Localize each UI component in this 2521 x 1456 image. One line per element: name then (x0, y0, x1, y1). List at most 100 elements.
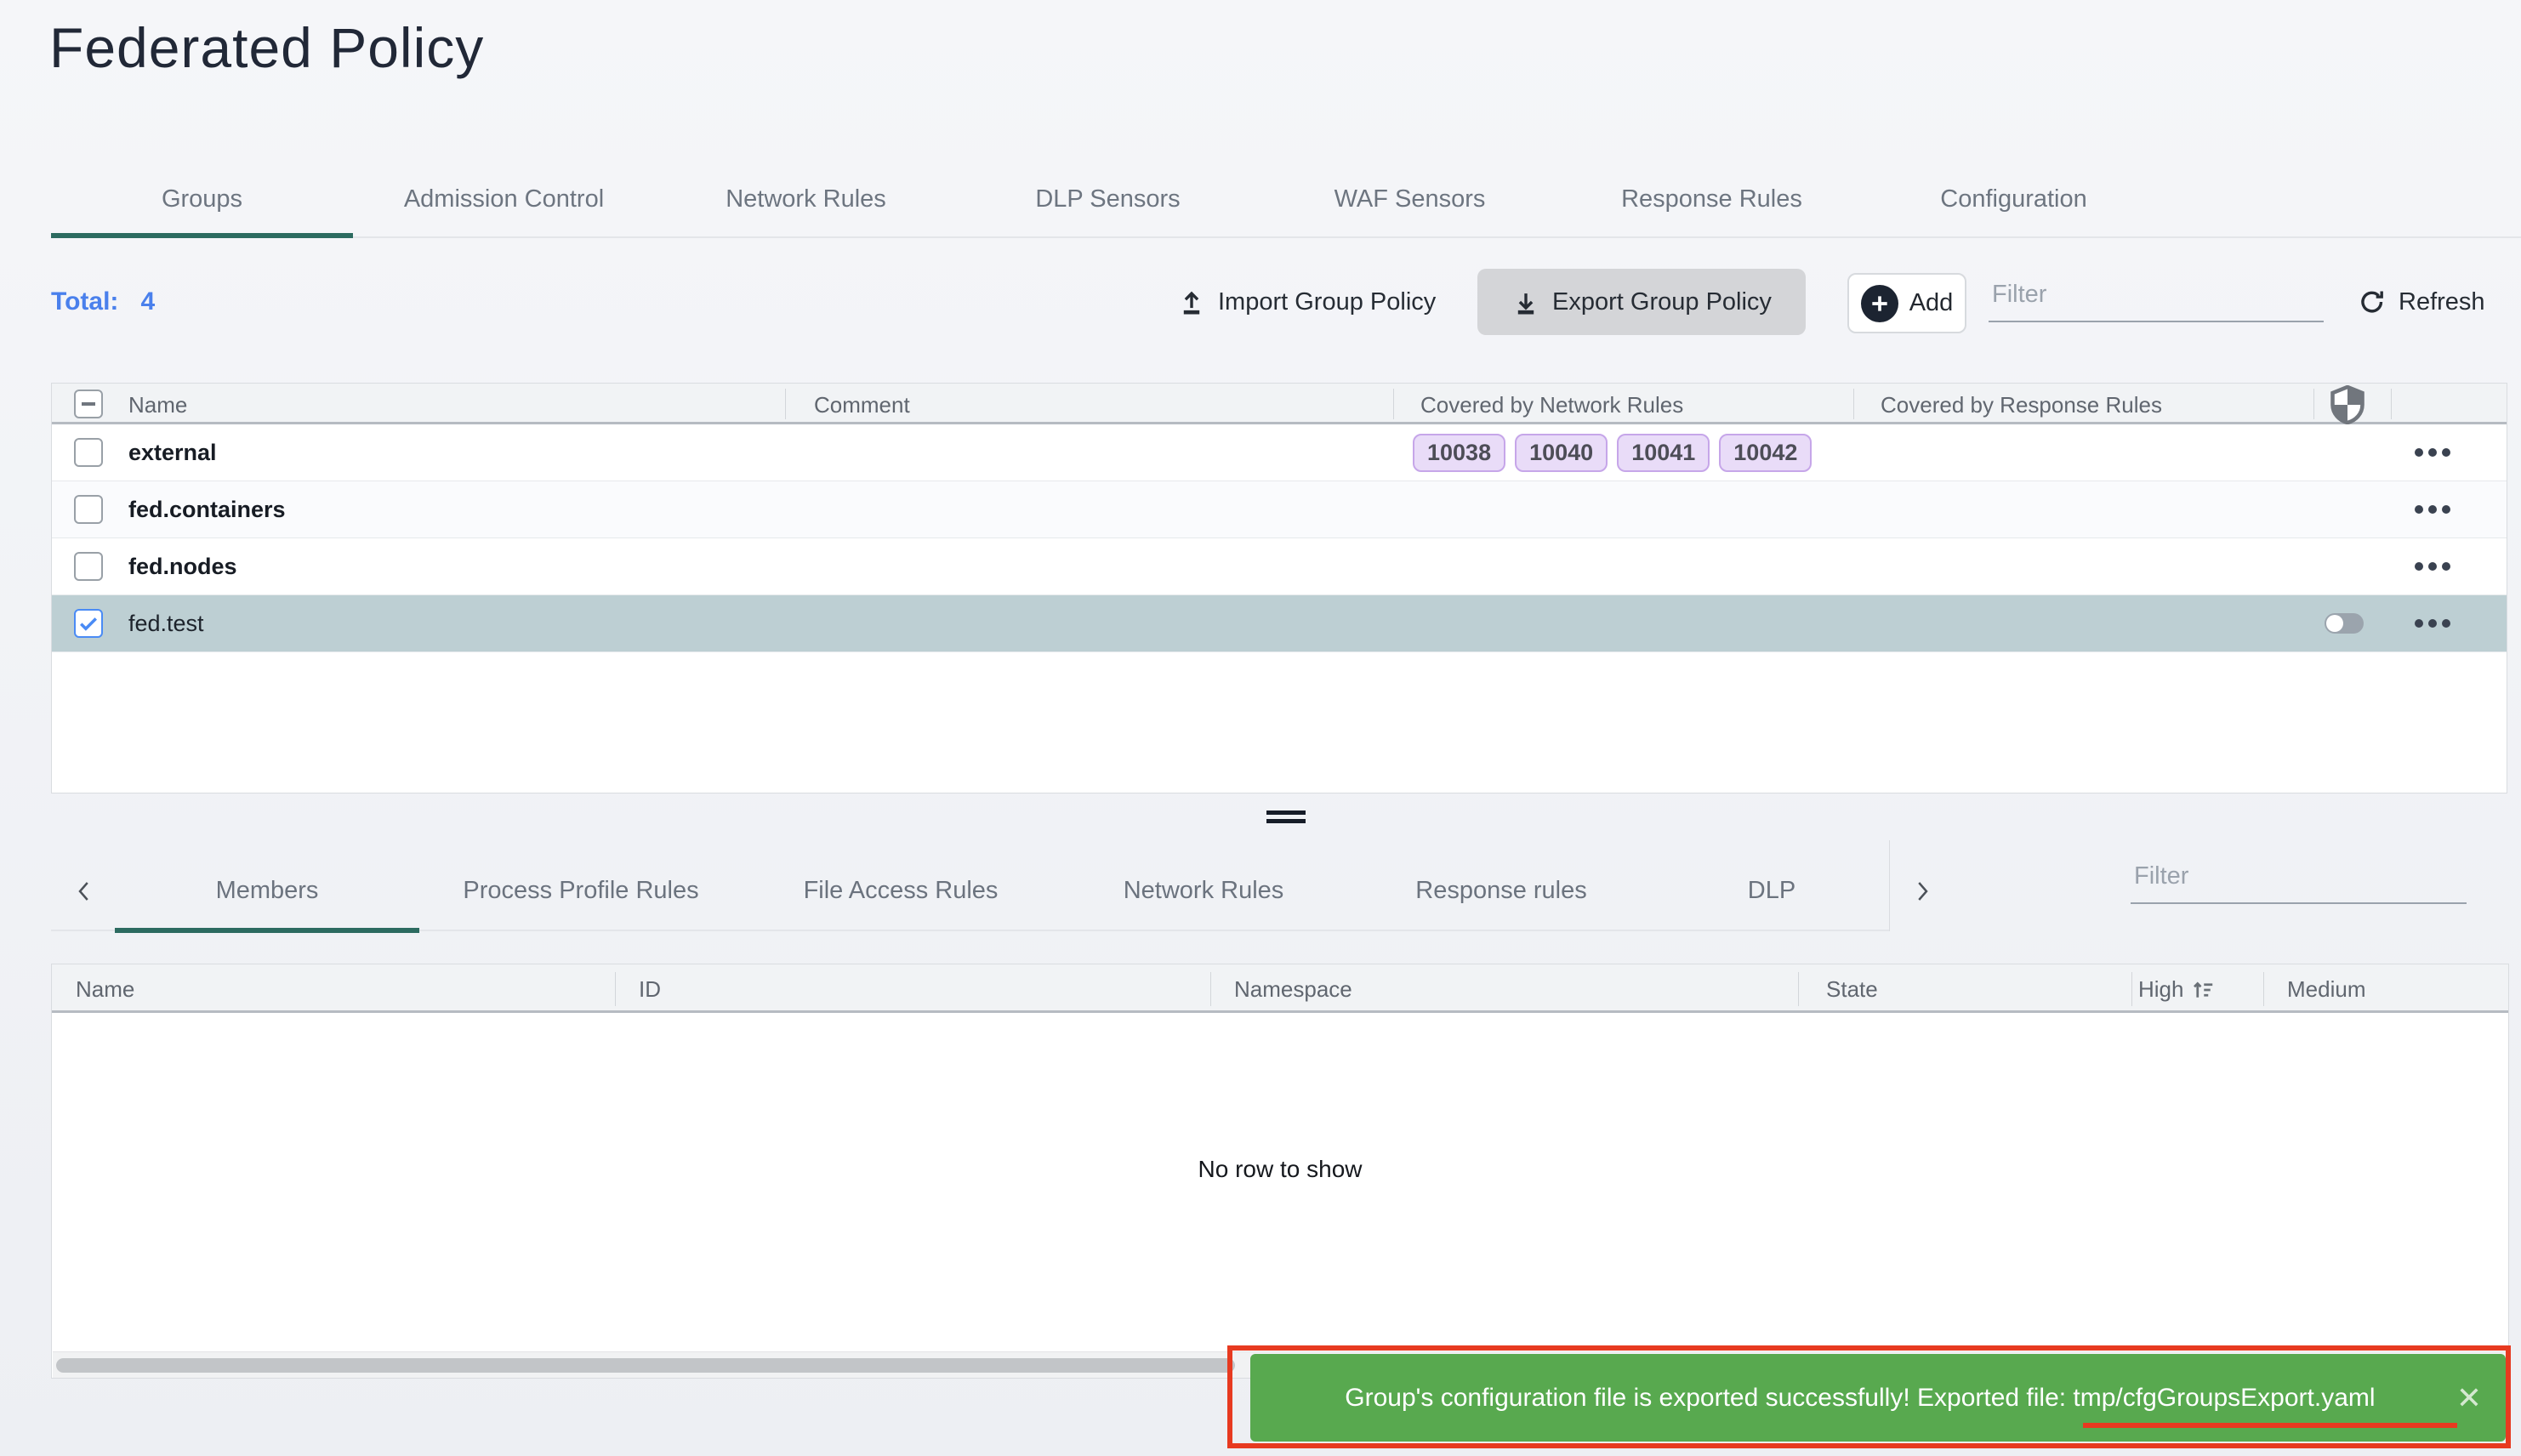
empty-table-message: No row to show (52, 1156, 2508, 1183)
col-member-id[interactable]: ID (639, 976, 661, 1003)
column-divider (2131, 972, 2132, 1006)
members-filter-input[interactable] (2131, 862, 2467, 904)
tab-response-rules[interactable]: Response Rules (1561, 162, 1863, 236)
active-tab-underline (115, 928, 419, 933)
import-group-policy-button[interactable]: Import Group Policy (1177, 269, 1436, 335)
tab-configuration-label: Configuration (1940, 185, 2087, 213)
tab-admission-control-label: Admission Control (404, 185, 604, 213)
group-row-fed-containers[interactable]: fed.containers (52, 481, 2507, 538)
select-all-checkbox[interactable] (74, 390, 103, 418)
tab-dlp-sensors[interactable]: DLP Sensors (957, 162, 1259, 236)
group-name: external (128, 424, 217, 481)
col-state[interactable]: State (1826, 976, 1878, 1003)
scrollbar-thumb[interactable] (56, 1358, 1235, 1373)
download-icon (1511, 286, 1540, 318)
rule-badge: 10040 (1515, 434, 1608, 472)
refresh-button[interactable]: Refresh (2358, 269, 2485, 335)
export-label: Export Group Policy (1552, 288, 1772, 316)
column-divider (2313, 389, 2314, 419)
refresh-label: Refresh (2399, 288, 2485, 316)
shield-icon (2330, 385, 2365, 424)
row-actions-menu-icon[interactable] (2415, 505, 2450, 514)
groups-filter-input[interactable] (1989, 281, 2324, 322)
tab-file-access-rules-label: File Access Rules (804, 877, 999, 905)
members-table-header: Name ID Namespace State High Medium (52, 964, 2508, 1013)
import-label: Import Group Policy (1218, 288, 1436, 316)
group-name: fed.test (128, 595, 204, 651)
tab-groups[interactable]: Groups (51, 162, 353, 236)
col-namespace[interactable]: Namespace (1234, 976, 1352, 1003)
tab-bar-divider (1889, 840, 1890, 931)
column-divider (1210, 972, 1211, 1006)
rule-badge: 10038 (1413, 434, 1505, 472)
tab-admission-control[interactable]: Admission Control (353, 162, 655, 236)
total-value: 4 (140, 287, 155, 316)
rule-badge: 10041 (1617, 434, 1710, 472)
tab-network-rules[interactable]: Network Rules (655, 162, 957, 236)
export-success-toast: Group's configuration file is exported s… (1250, 1354, 2506, 1442)
sort-ascending-icon[interactable] (2190, 977, 2216, 1003)
col-network-rules[interactable]: Covered by Network Rules (1420, 392, 1683, 418)
group-row-fed-test[interactable]: fed.test (52, 595, 2507, 652)
col-member-name[interactable]: Name (76, 976, 134, 1003)
row-checkbox-checked[interactable] (74, 609, 103, 638)
tab-response-rules-detail[interactable]: Response rules (1348, 850, 1654, 931)
chevron-right-icon[interactable] (1909, 850, 1935, 931)
federated-policy-page: Federated Policy Groups Admission Contro… (0, 0, 2521, 1456)
tab-process-profile-rules[interactable]: Process Profile Rules (419, 850, 743, 931)
col-name[interactable]: Name (128, 392, 187, 418)
tab-network-rules-detail[interactable]: Network Rules (1059, 850, 1348, 931)
row-checkbox[interactable] (74, 438, 103, 467)
rule-badge: 10042 (1719, 434, 1812, 472)
total-count: Total: 4 (51, 269, 155, 335)
tab-network-rules-detail-label: Network Rules (1124, 877, 1284, 905)
column-divider (2391, 389, 2392, 419)
toggle-knob (2326, 615, 2343, 632)
add-label: Add (1909, 289, 1954, 317)
upload-icon (1177, 286, 1206, 318)
row-actions-menu-icon[interactable] (2415, 619, 2450, 628)
plus-circle-icon (1861, 285, 1898, 322)
tab-groups-label: Groups (162, 185, 242, 213)
tab-response-rules-label: Response Rules (1621, 185, 1802, 213)
column-divider (2263, 972, 2264, 1006)
col-medium[interactable]: Medium (2287, 976, 2365, 1003)
col-high-label: High (2138, 976, 2183, 1003)
col-response-rules[interactable]: Covered by Response Rules (1881, 392, 2162, 418)
tab-dlp[interactable]: DLP (1654, 850, 1889, 931)
active-tab-underline (51, 233, 353, 238)
protection-toggle-off[interactable] (2325, 613, 2364, 634)
row-checkbox[interactable] (74, 495, 103, 524)
col-comment[interactable]: Comment (814, 392, 910, 418)
page-title: Federated Policy (49, 15, 484, 80)
row-actions-menu-icon[interactable] (2415, 448, 2450, 457)
group-row-fed-nodes[interactable]: fed.nodes (52, 538, 2507, 595)
add-group-button[interactable]: Add (1847, 273, 1966, 333)
column-divider (785, 389, 786, 419)
row-checkbox[interactable] (74, 552, 103, 581)
tab-dlp-label: DLP (1748, 877, 1795, 905)
total-label: Total: (51, 287, 118, 316)
groups-table-header: Name Comment Covered by Network Rules Co… (52, 384, 2507, 424)
group-name: fed.nodes (128, 538, 237, 594)
tab-file-access-rules[interactable]: File Access Rules (743, 850, 1059, 931)
column-divider (1798, 972, 1799, 1006)
tab-process-profile-rules-label: Process Profile Rules (463, 877, 698, 905)
tab-network-rules-label: Network Rules (726, 185, 886, 213)
close-icon[interactable]: ✕ (2456, 1380, 2506, 1416)
tab-configuration[interactable]: Configuration (1863, 162, 2165, 236)
group-row-external[interactable]: external 10038 10040 10041 10042 (52, 424, 2507, 481)
splitter-handle[interactable] (1266, 810, 1306, 828)
export-group-policy-button[interactable]: Export Group Policy (1477, 269, 1806, 335)
row-actions-menu-icon[interactable] (2415, 562, 2450, 571)
col-high[interactable]: High (2138, 976, 2216, 1003)
column-divider (1853, 389, 1854, 419)
tab-response-rules-detail-label: Response rules (1415, 877, 1587, 905)
tab-waf-sensors[interactable]: WAF Sensors (1259, 162, 1561, 236)
toast-message: Group's configuration file is exported s… (1250, 1384, 2456, 1413)
chevron-left-icon[interactable] (71, 850, 97, 931)
column-divider (615, 972, 616, 1006)
tab-members[interactable]: Members (115, 850, 419, 931)
top-tab-bar: Groups Admission Control Network Rules D… (51, 162, 2521, 238)
tab-dlp-sensors-label: DLP Sensors (1035, 185, 1180, 213)
